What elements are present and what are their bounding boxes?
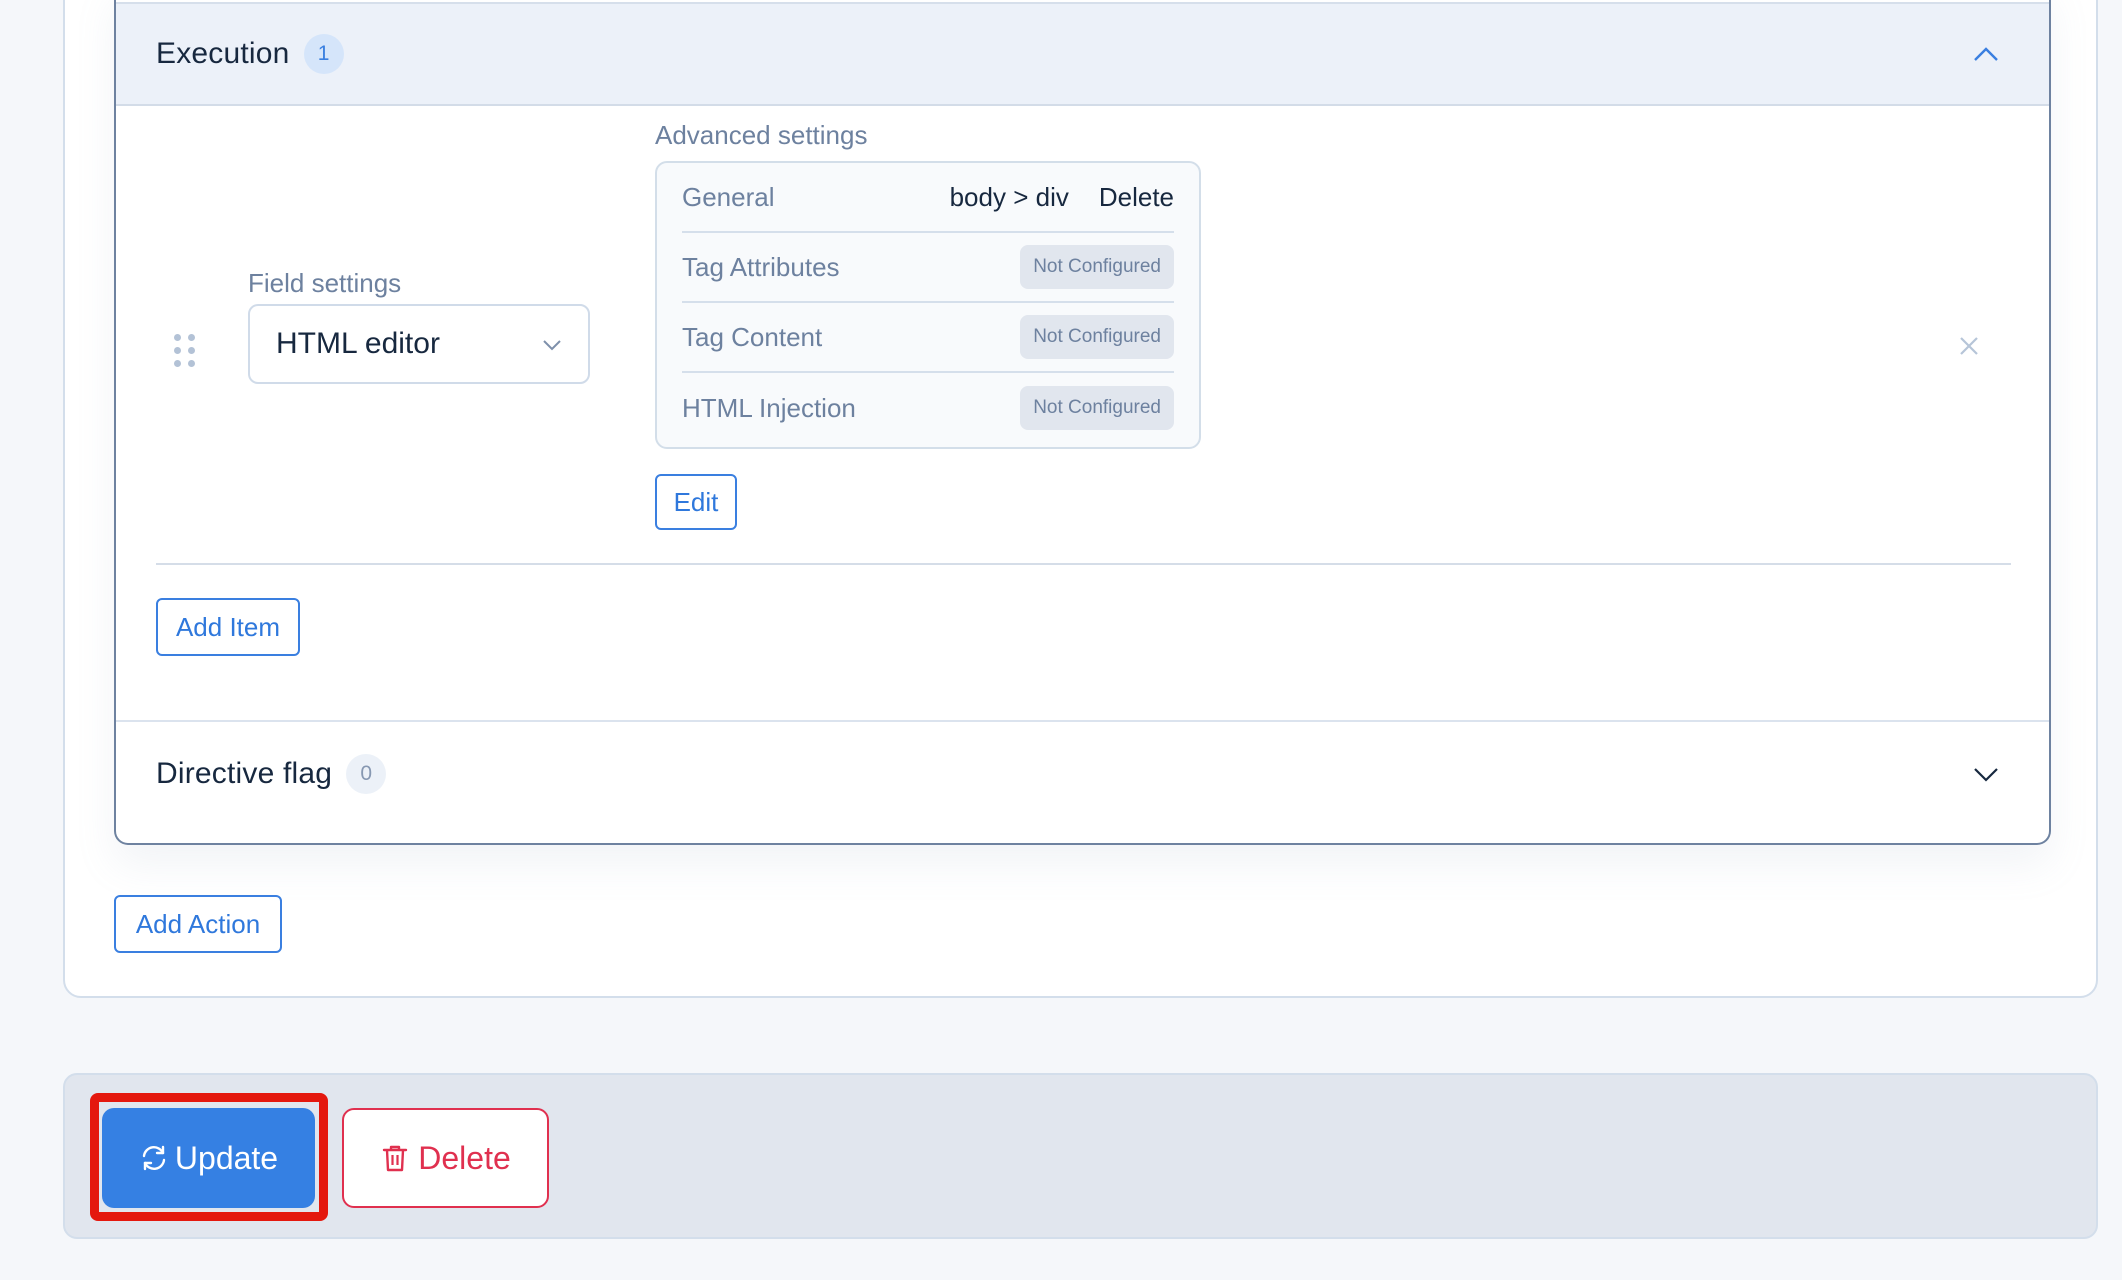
field-settings-value: HTML editor [276,327,440,360]
update-button[interactable]: Update [102,1108,315,1208]
directive-count-badge: 0 [346,753,387,794]
advanced-settings-panel: General body > div Delete Tag Attributes… [655,161,1201,449]
chevron-up-icon[interactable] [1973,46,1999,62]
advanced-row: HTML Injection Not Configured [682,373,1174,443]
refresh-icon [142,1145,166,1171]
status-badge: Not Configured [1020,386,1174,430]
advanced-row-label: HTML Injection [682,392,856,423]
advanced-row-label: Tag Content [682,321,823,352]
execution-section-header[interactable]: Execution 1 [116,2,2049,106]
divider [156,563,2011,565]
field-settings-label: Field settings [248,268,402,298]
status-badge: Not Configured [1020,245,1174,289]
drag-handle-icon[interactable] [174,334,198,368]
directive-section-title: Directive flag [156,756,333,790]
delete-button-label: Delete [418,1139,511,1176]
delete-button[interactable]: Delete [342,1108,549,1208]
chevron-down-icon[interactable] [1973,766,1999,782]
execution-count-badge: 1 [303,34,344,74]
advanced-row-label: Tag Attributes [682,251,840,282]
chevron-down-icon [543,340,561,351]
action-card: Execution 1 Field settings HTML editor A… [63,0,2098,998]
status-badge: Not Configured [1020,315,1174,359]
selector-value: body > div [949,181,1069,212]
trash-icon [383,1145,408,1172]
advanced-row: Tag Attributes Not Configured [682,233,1174,303]
add-item-button[interactable]: Add Item [156,598,300,656]
execution-section-body: Field settings HTML editor Advanced sett… [116,106,2049,720]
advanced-settings-label: Advanced settings [655,120,868,150]
update-button-label: Update [174,1139,279,1176]
field-settings-select[interactable]: HTML editor [248,304,590,384]
general-label: General [682,181,775,212]
delete-selector-link[interactable]: Delete [1099,182,1174,213]
execution-section-title: Execution [156,37,290,70]
add-action-button[interactable]: Add Action [114,895,282,953]
advanced-row: Tag Content Not Configured [682,303,1174,373]
form-actions-bar: Update Delete [63,1073,2098,1239]
directive-section-header[interactable]: Directive flag 0 [116,720,2049,825]
advanced-general-row: General body > div Delete [682,163,1174,233]
action-accordion: Execution 1 Field settings HTML editor A… [114,0,2051,845]
close-icon[interactable] [1959,336,1979,356]
edit-button[interactable]: Edit [655,474,737,530]
